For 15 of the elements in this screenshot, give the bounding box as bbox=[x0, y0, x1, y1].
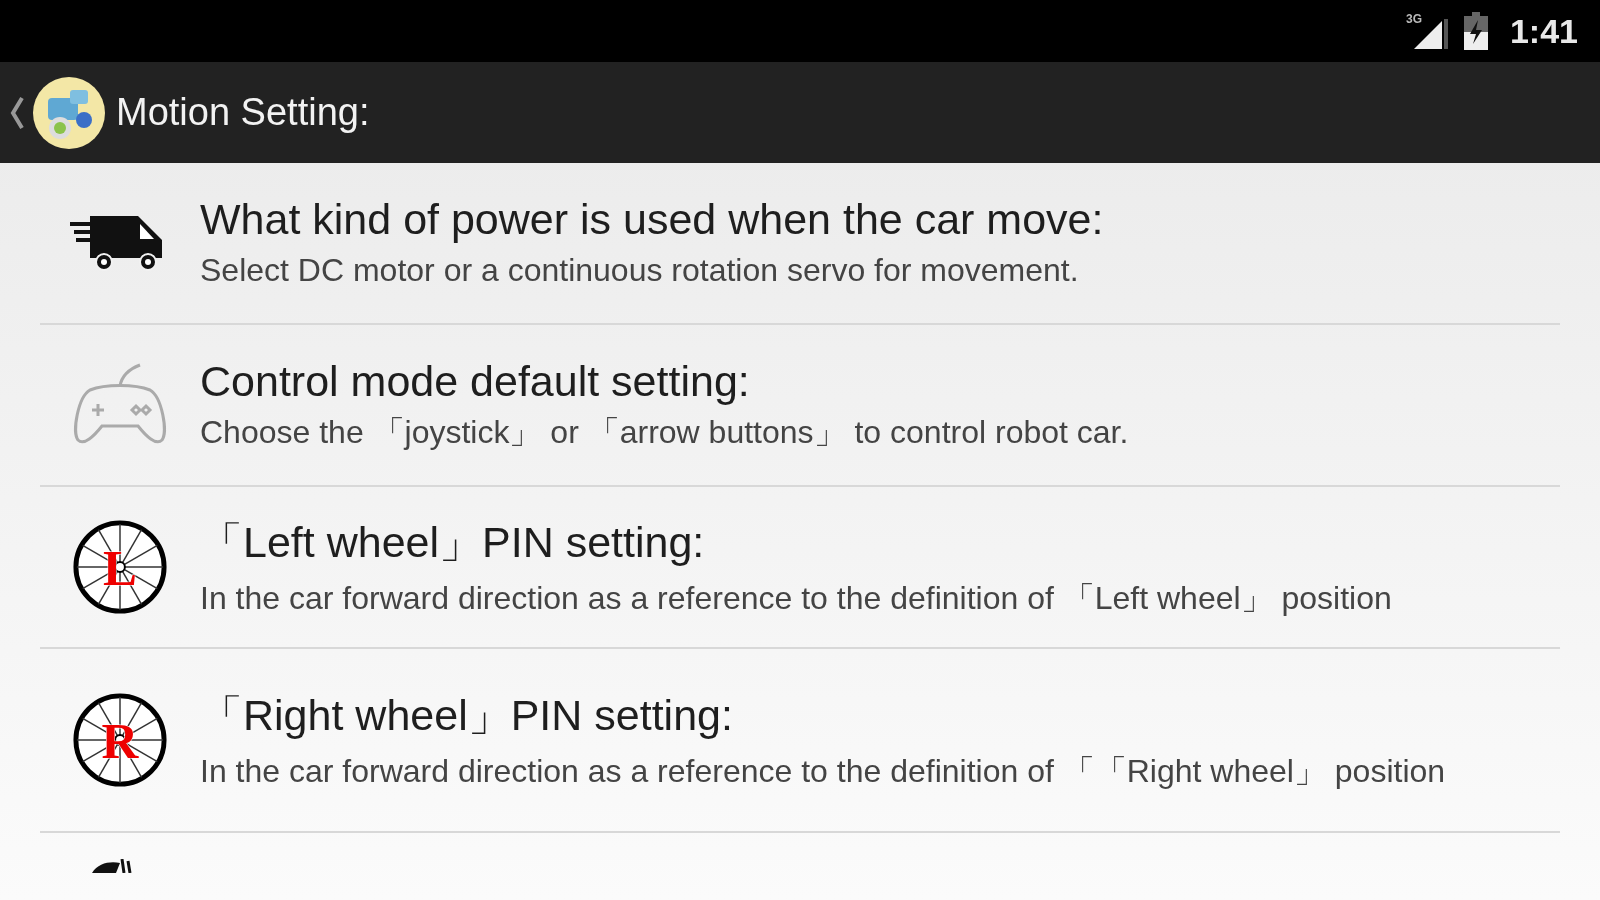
item-description: Select DC motor or a continuous rotation servo for movement. bbox=[200, 250, 1080, 290]
item-title: 「Right wheel」PIN setting: bbox=[200, 690, 734, 742]
item-title: What kind of power is used when the car move: bbox=[200, 194, 1105, 244]
screen-title: Motion Setting: bbox=[116, 91, 370, 134]
clock-time: 1:41 bbox=[1509, 11, 1578, 51]
item-description: In the car forward direction as a reference to the definition of 「「Right wheel」 position bbox=[200, 752, 1447, 792]
item-description: Choose the 「joystick」 or 「arrow buttons」 to control robot car. bbox=[200, 412, 1130, 452]
settings-item[interactable]: What kind of power is used when the car move: Select DC motor or a continuous rotation servo for movement. bbox=[40, 163, 1560, 325]
app-logo-icon[interactable] bbox=[32, 75, 106, 150]
item-title: Control mode default setting: bbox=[200, 356, 751, 406]
back-caret-icon[interactable] bbox=[10, 95, 24, 130]
battery-icon bbox=[1463, 12, 1488, 50]
item-description: In the car forward direction as a reference to the definition of 「Left wheel」 position bbox=[200, 579, 1393, 619]
settings-item[interactable]: Control mode default setting: Choose the 「joystick」 or 「arrow buttons」 to control robot car. bbox=[40, 325, 1560, 487]
item-title: 「Left wheel」PIN setting: bbox=[200, 517, 706, 569]
